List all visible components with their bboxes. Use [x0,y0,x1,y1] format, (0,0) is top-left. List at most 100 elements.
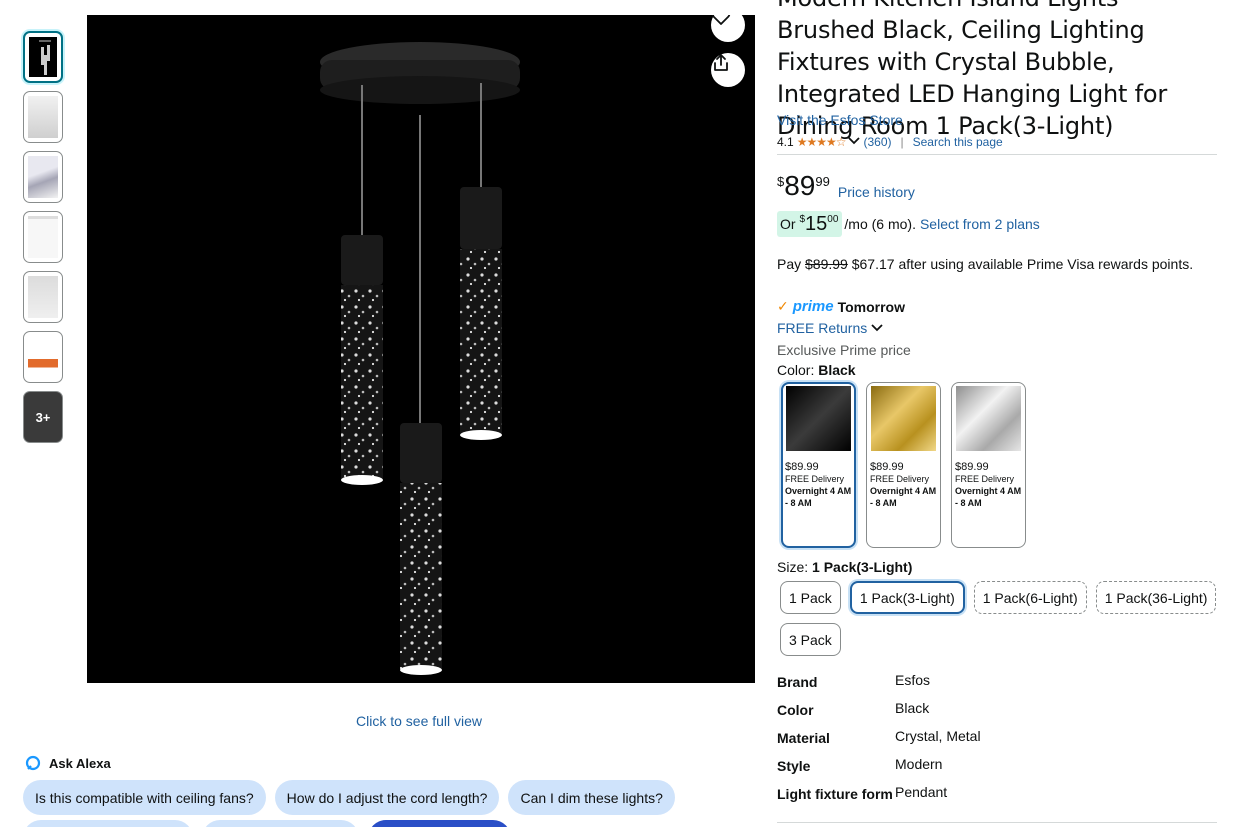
swatch-black[interactable]: $89.99 FREE Delivery Overnight 4 AM - 8 … [781,382,856,548]
star-rating-icon[interactable]: ★★★★☆ [797,135,847,149]
divider [777,154,1217,155]
swatch-delivery-time: Overnight 4 AM - 8 AM [785,486,852,508]
installment-badge: Or $ 15 00 [777,211,843,237]
spec-row: Style Modern [777,756,981,776]
prime-visa-offer: Pay $89.99 $67.17 after using available … [777,256,1193,272]
alexa-question-chip-partial[interactable] [202,820,359,827]
thumbnail-3[interactable] [23,151,63,203]
installment-suffix: /mo (6 mo). [844,216,916,232]
size-options: 1 Pack 1 Pack(3-Light) 1 Pack(6-Light) 1… [780,581,1220,656]
installment-offer: Or $ 15 00 /mo (6 mo). Select from 2 pla… [777,211,1040,237]
rating-row: 4.1 ★★★★☆ (360) | Search this page [777,135,1003,149]
prime-check-icon: ✓ [777,298,789,314]
chevron-down-icon [871,324,883,332]
installment-prefix: Or [780,216,800,232]
prime-logo: prime [792,298,834,315]
thumbnail-strip: 3+ [23,31,63,451]
swatch-delivery: FREE Delivery [785,474,845,484]
swatch-image [956,386,1021,451]
swatch-delivery: FREE Delivery [870,474,930,484]
swatch-price: $89.99 [870,461,904,473]
original-price: $89.99 [805,256,848,272]
spec-row: Color Black [777,700,981,720]
price: $ 89 99 Price history [777,170,915,202]
swatch-delivery: FREE Delivery [955,474,1015,484]
swatch-image [871,386,936,451]
exclusive-prime-price: Exclusive Prime price [777,342,911,358]
selected-color: Black [818,362,856,378]
search-page-link[interactable]: Search this page [913,135,1003,149]
share-icon[interactable] [711,53,745,87]
size-option[interactable]: 1 Pack [780,581,841,614]
spec-value: Modern [895,756,943,772]
review-count-link[interactable]: (360) [863,135,891,149]
thumbnail-more[interactable]: 3+ [23,391,63,443]
swatch-gold[interactable]: $89.99 FREE Delivery Overnight 4 AM - 8 … [866,382,941,548]
spec-key: Brand [777,674,818,690]
prime-delivery: ✓ prime Tomorrow [777,298,905,315]
swatch-delivery-time: Overnight 4 AM - 8 AM [955,486,1022,508]
size-option[interactable]: 1 Pack(6-Light) [973,581,1087,614]
thumbnail-5[interactable] [23,271,63,323]
select-plans-link[interactable]: Select from 2 plans [920,216,1040,232]
more-count: 3+ [35,409,51,425]
free-returns-link[interactable]: FREE Returns [777,320,883,336]
swatch-price: $89.99 [785,461,819,473]
thumbnail-6[interactable] [23,331,63,383]
spec-value: Black [895,700,930,716]
alexa-question-chips: Is this compatible with ceiling fans? Ho… [23,780,675,815]
swatch-delivery-time: Overnight 4 AM - 8 AM [870,486,937,508]
divider: | [900,135,904,149]
alexa-question-chip[interactable]: How do I adjust the cord length? [274,780,500,815]
swatch-image [786,386,851,451]
price-whole: 89 [784,170,816,201]
alexa-question-chip[interactable]: Can I dim these lights? [508,780,675,815]
price-fraction: 99 [815,174,830,189]
size-label-prefix: Size: [777,559,813,575]
spec-key: Material [777,730,830,746]
installment-fraction: 00 [827,214,839,225]
size-label: Size: 1 Pack(3-Light) [777,559,912,575]
color-label: Color: Black [777,362,856,378]
size-option[interactable]: 1 Pack(36-Light) [1095,581,1217,614]
spec-key: Color [777,702,814,718]
main-product-image[interactable] [87,15,755,683]
spec-value: Crystal, Metal [895,728,981,744]
prime-delivery-day: Tomorrow [837,298,905,315]
rating-value: 4.1 [777,135,794,149]
chevron-down-icon[interactable] [848,135,861,149]
alexa-question-chips-row2 [23,820,511,827]
price-currency: $ [777,174,785,189]
spec-value: Pendant [895,784,948,800]
alexa-icon [25,755,41,771]
spec-row: Light fixture form Pendant [777,784,981,804]
ask-alexa-label: Ask Alexa [49,755,111,771]
thumbnail-1[interactable] [23,31,63,83]
installment-whole: 15 [805,213,828,235]
thumbnail-2[interactable] [23,91,63,143]
divider [777,822,1217,823]
size-option-selected[interactable]: 1 Pack(3-Light) [849,581,965,614]
swatch-silver[interactable]: $89.99 FREE Delivery Overnight 4 AM - 8 … [951,382,1026,548]
color-swatches: $89.99 FREE Delivery Overnight 4 AM - 8 … [781,382,1026,548]
spec-key: Style [777,758,811,774]
full-view-link[interactable]: Click to see full view [356,713,482,729]
alexa-question-chip[interactable]: Is this compatible with ceiling fans? [23,780,266,815]
spec-key: Light fixture form [777,786,893,802]
alexa-question-chip-partial[interactable] [368,820,511,827]
pay-prefix: Pay [777,256,806,272]
spec-value: Esfos [895,672,931,688]
free-returns-label: FREE Returns [777,320,868,336]
swatch-price: $89.99 [955,461,989,473]
pendant-light-illustration [320,42,520,675]
price-history-link[interactable]: Price history [838,184,915,200]
spec-row: Material Crystal, Metal [777,728,981,748]
size-option[interactable]: 3 Pack [780,623,841,656]
product-specs: Brand Esfos Color Black Material Crystal… [777,672,981,812]
pay-rest: $67.17 after using available Prime Visa … [847,256,1194,272]
selected-size: 1 Pack(3-Light) [812,559,913,575]
alexa-question-chip-partial[interactable] [23,820,193,827]
spec-row: Brand Esfos [777,672,981,692]
store-link[interactable]: Visit the Esfos Store [777,112,903,128]
thumbnail-4[interactable] [23,211,63,263]
